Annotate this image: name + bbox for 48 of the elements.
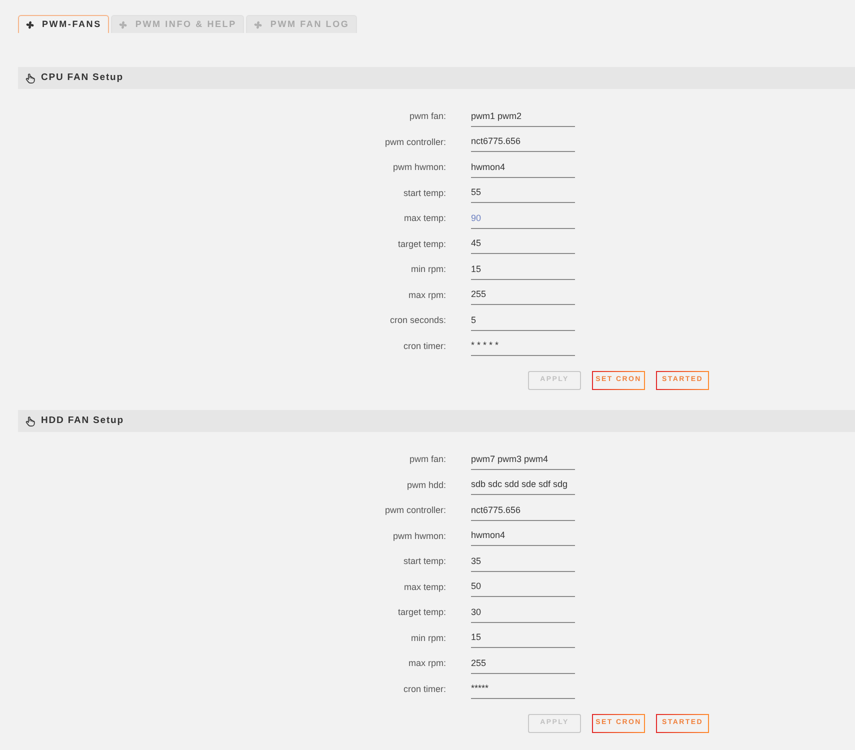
input-field[interactable]: pwm1 pwm2 (471, 106, 575, 127)
field-label: target temp: (398, 606, 446, 619)
input-field[interactable]: 35 (471, 552, 575, 572)
fan-icon (254, 20, 262, 28)
field-label: cron seconds: (390, 314, 446, 327)
input-field[interactable]: hwmon4 (471, 158, 575, 178)
hand-pointer-icon (25, 416, 35, 426)
fan-icon (26, 20, 34, 28)
field-label: start temp: (403, 555, 446, 568)
input-field[interactable]: 55 (471, 183, 575, 204)
field-label: max temp: (404, 580, 446, 594)
input-field[interactable]: nct6775.656 (471, 132, 575, 152)
input-field[interactable]: pwm7 pwm3 pwm4 (471, 450, 575, 470)
input-field[interactable]: ***** (471, 679, 575, 700)
input-field[interactable]: 50 (471, 577, 575, 598)
input-field[interactable]: 5 (471, 310, 575, 331)
field-label: pwm hdd: (406, 478, 446, 492)
field-label: pwm hwmon: (392, 161, 446, 174)
section-title: HDD FAN Setup (41, 414, 124, 428)
field-label: cron timer: (403, 340, 446, 352)
input-field[interactable]: 15 (471, 628, 575, 648)
field-label: pwm hwmon: (392, 530, 446, 543)
field-label: cron timer: (403, 682, 446, 696)
field-label: max rpm: (408, 288, 446, 302)
field-label: pwm controller: (384, 504, 446, 517)
input-field[interactable]: nct6775.656 (471, 500, 575, 521)
field-label: max rpm: (408, 657, 446, 670)
section-title: CPU FAN Setup (41, 70, 124, 85)
field-label: pwm controller: (384, 136, 446, 149)
tab[interactable]: PWM-FANS (18, 15, 110, 33)
field-label: pwm fan: (409, 110, 446, 123)
field-label: target temp: (398, 238, 446, 251)
input-field[interactable]: 255 (471, 285, 575, 306)
input-field[interactable]: 30 (471, 602, 575, 623)
input-field[interactable]: 90 (471, 208, 575, 229)
input-field[interactable]: 45 (471, 234, 575, 254)
fan-icon (119, 20, 128, 28)
field-label: start temp: (403, 186, 446, 200)
field-label: min rpm: (410, 263, 446, 276)
input-field[interactable]: * * * * * (471, 336, 575, 356)
input-field[interactable]: 15 (471, 260, 575, 280)
input-field[interactable]: sdb sdc sdd sde sdf sdg (471, 475, 575, 496)
hand-pointer-icon (25, 72, 35, 84)
field-label: pwm fan: (409, 453, 446, 466)
input-field[interactable]: 255 (471, 654, 575, 674)
field-label: max temp: (404, 212, 446, 225)
field-label: min rpm: (410, 632, 446, 645)
input-field[interactable]: hwmon4 (471, 526, 575, 546)
